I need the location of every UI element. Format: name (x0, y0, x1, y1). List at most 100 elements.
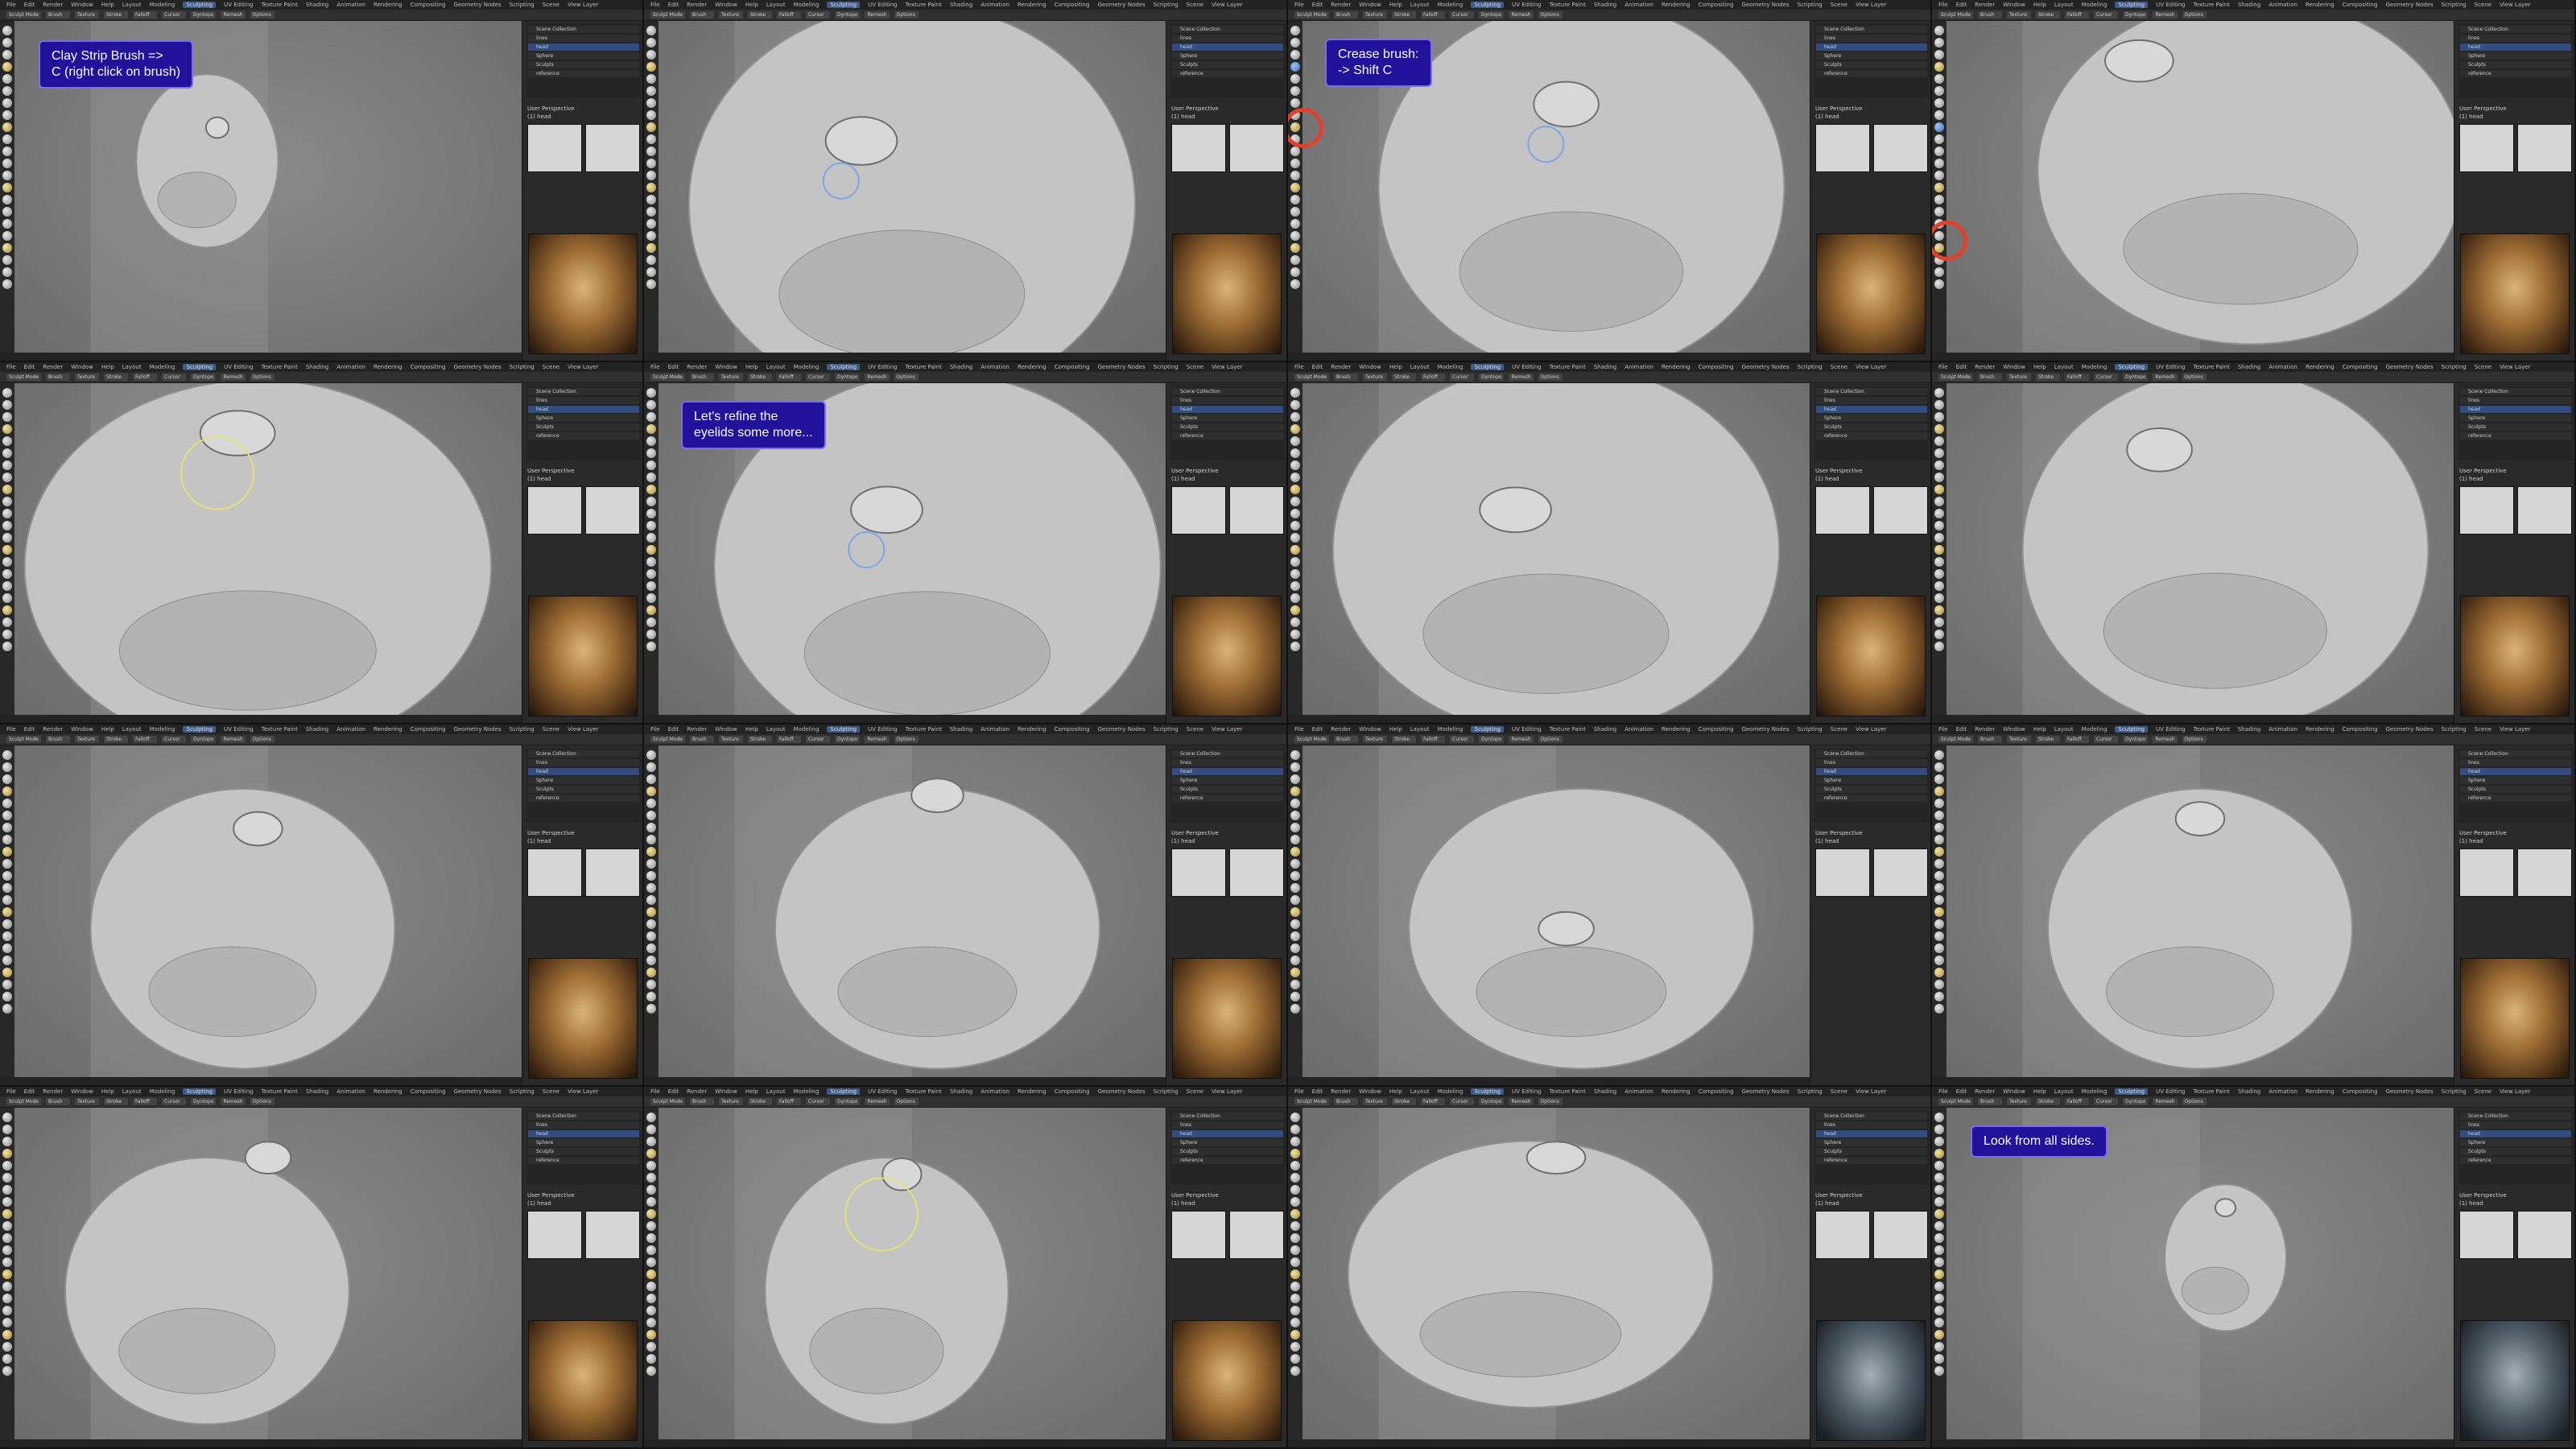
workspace-tab-layout[interactable]: Layout (2054, 364, 2074, 370)
outliner-item[interactable]: Sphere (1172, 52, 1283, 60)
workspace-tab-texture-paint[interactable]: Texture Paint (262, 364, 298, 370)
tool-setting-brush[interactable]: Brush (1334, 374, 1358, 381)
brush-icon[interactable] (646, 1342, 656, 1352)
brush-icon[interactable] (2, 473, 12, 482)
workspace-tab-compositing[interactable]: Compositing (1055, 2, 1090, 8)
workspace-tab-compositing[interactable]: Compositing (1699, 1088, 1734, 1095)
outliner-item[interactable]: lines (1816, 1121, 1927, 1129)
outliner[interactable]: Scene Collection lines head Sphere Sculpts re… (2458, 749, 2574, 823)
tool-setting-brush[interactable]: Brush (1334, 11, 1358, 19)
menu-window[interactable]: Window (715, 2, 737, 8)
workspace-tab-animation[interactable]: Animation (980, 2, 1009, 8)
workspace-tab-shading[interactable]: Shading (2238, 726, 2260, 733)
brush-icon[interactable] (2, 243, 12, 253)
brush-icon[interactable] (646, 581, 656, 591)
workspace-tab-rendering[interactable]: Rendering (374, 364, 402, 370)
brush-icon[interactable] (646, 811, 656, 820)
brush-icon[interactable] (1934, 485, 1944, 494)
outliner-item[interactable]: head (1816, 768, 1927, 775)
brush-icon[interactable] (646, 931, 656, 941)
brush-icon[interactable] (1290, 509, 1300, 518)
brush-icon[interactable] (646, 545, 656, 555)
brush-icon[interactable] (1934, 1149, 1944, 1158)
brush-icon[interactable] (646, 871, 656, 881)
workspace-tab-compositing[interactable]: Compositing (411, 726, 446, 733)
tool-setting-stroke[interactable]: Stroke (748, 11, 772, 19)
menu-help[interactable]: Help (1389, 2, 1402, 8)
menu-window[interactable]: Window (71, 1088, 93, 1095)
brush-icon[interactable] (2, 521, 12, 530)
workspace-tab-shading[interactable]: Shading (1594, 726, 1616, 733)
menu-help[interactable]: Help (2033, 364, 2046, 370)
brush-icon[interactable] (2, 823, 12, 832)
brush-icon[interactable] (1290, 931, 1300, 941)
brush-icon[interactable] (646, 26, 656, 35)
brush-icon[interactable] (1934, 1294, 1944, 1303)
tool-setting-brush[interactable]: Brush (1978, 1098, 2002, 1105)
brush-icon[interactable] (646, 569, 656, 579)
workspace-tab-layout[interactable]: Layout (766, 726, 786, 733)
brush-icon[interactable] (1290, 183, 1300, 192)
brush-icon[interactable] (2, 956, 12, 965)
scene-selector[interactable]: Scene (543, 726, 559, 733)
brush-icon[interactable] (1934, 1306, 1944, 1315)
workspace-tab-texture-paint[interactable]: Texture Paint (1550, 2, 1586, 8)
brush-icon[interactable] (1934, 1330, 1944, 1340)
tool-setting-texture[interactable]: Texture (2007, 374, 2031, 381)
workspace-tab-compositing[interactable]: Compositing (2343, 1088, 2378, 1095)
brush-icon[interactable] (646, 919, 656, 929)
outliner-item[interactable]: head (528, 768, 639, 775)
tool-setting-dyntopo[interactable]: Dyntopo (2123, 736, 2149, 743)
workspace-tab-animation[interactable]: Animation (2268, 364, 2297, 370)
tool-setting-remesh[interactable]: Remesh (1509, 736, 1534, 743)
workspace-tab-modeling[interactable]: Modeling (2082, 2, 2107, 8)
brush-icon[interactable] (2, 557, 12, 567)
outliner[interactable]: Scene Collection lines head Sphere Sculpts re… (2458, 24, 2574, 98)
brush-icon[interactable] (646, 762, 656, 772)
brush-icon[interactable] (646, 823, 656, 832)
tool-setting-stroke[interactable]: Stroke (104, 736, 128, 743)
menu-edit[interactable]: Edit (668, 2, 679, 8)
menu-render[interactable]: Render (1331, 726, 1351, 733)
brush-icon[interactable] (1290, 231, 1300, 241)
workspace-tab-sculpting[interactable]: Sculpting (827, 1088, 861, 1095)
outliner-item[interactable]: reference (1816, 432, 1927, 440)
brush-icon[interactable] (646, 521, 656, 530)
workspace-tab-layout[interactable]: Layout (2054, 2, 2074, 8)
workspace-tab-rendering[interactable]: Rendering (374, 1088, 402, 1095)
workspace-tab-shading[interactable]: Shading (950, 726, 972, 733)
tool-setting-falloff[interactable]: Falloff (2065, 1098, 2089, 1105)
brush-icon[interactable] (1934, 593, 1944, 603)
workspace-tab-geometry-nodes[interactable]: Geometry Nodes (1742, 2, 1790, 8)
tool-setting-stroke[interactable]: Stroke (2036, 374, 2060, 381)
tool-setting-options[interactable]: Options (250, 736, 275, 743)
brush-icon[interactable] (646, 847, 656, 857)
brush-icon[interactable] (2, 1306, 12, 1315)
outliner-item[interactable]: Scene Collection (2460, 26, 2571, 33)
menu-window[interactable]: Window (2003, 364, 2025, 370)
workspace-tab-geometry-nodes[interactable]: Geometry Nodes (2386, 364, 2434, 370)
menu-render[interactable]: Render (687, 2, 707, 8)
brush-icon[interactable] (2, 1197, 12, 1207)
scene-selector[interactable]: Scene (2475, 364, 2491, 370)
workspace-tab-uv-editing[interactable]: UV Editing (1512, 1088, 1542, 1095)
workspace-tab-texture-paint[interactable]: Texture Paint (906, 1088, 942, 1095)
menu-render[interactable]: Render (1975, 726, 1995, 733)
brush-icon[interactable] (646, 1366, 656, 1376)
brush-icon[interactable] (1934, 460, 1944, 470)
workspace-tab-layout[interactable]: Layout (766, 2, 786, 8)
outliner-item[interactable]: Sculpts (2460, 423, 2571, 431)
workspace-tab-scripting[interactable]: Scripting (2442, 726, 2467, 733)
brush-icon[interactable] (1290, 38, 1300, 47)
3d-viewport[interactable] (1946, 21, 2454, 354)
mode-selector[interactable]: Sculpt Mode (650, 11, 685, 19)
outliner-item[interactable]: reference (1816, 70, 1927, 77)
menu-window[interactable]: Window (71, 364, 93, 370)
brush-icon[interactable] (646, 497, 656, 506)
brush-icon[interactable] (2, 1125, 12, 1134)
workspace-tab-shading[interactable]: Shading (950, 1088, 972, 1095)
workspace-tab-scripting[interactable]: Scripting (2442, 364, 2467, 370)
brush-icon[interactable] (646, 195, 656, 204)
brush-icon[interactable] (646, 907, 656, 917)
brush-icon[interactable] (1290, 1113, 1300, 1122)
